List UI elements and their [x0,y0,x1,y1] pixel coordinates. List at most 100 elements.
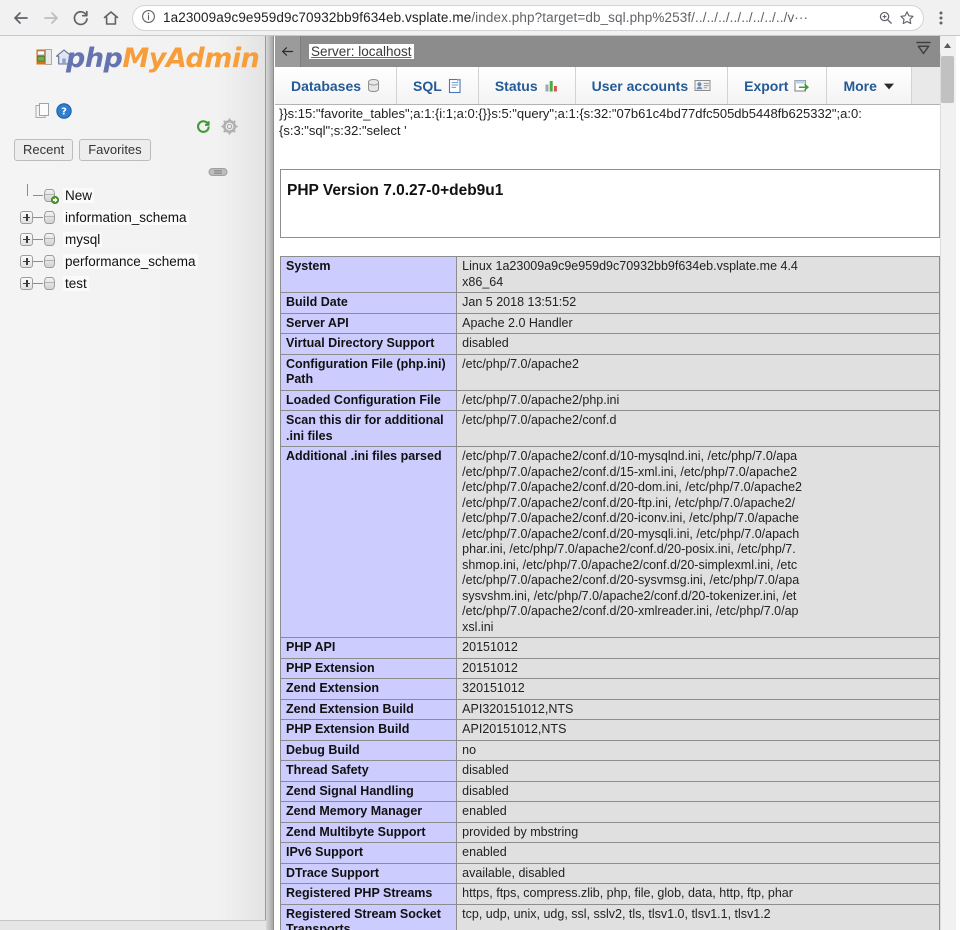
tree-item-test[interactable]: test [6,272,264,294]
database-icon [43,254,56,269]
table-row: Configuration File (php.ini) Path/etc/ph… [279,353,940,391]
table-row: Server API Apache 2.0 Handler [279,312,940,334]
php-version-box: PHP Version 7.0.27-0+deb9u1 [280,169,940,238]
tree-item-new[interactable]: New [6,184,264,206]
phpinfo-key: Server API [279,312,458,334]
server-label[interactable]: Server: localhost [309,44,414,59]
tree-item-performance_schema[interactable]: performance_schema [6,250,264,272]
table-row: Scan this dir for additional .ini files /… [279,410,940,447]
database-icon [43,276,56,291]
reload-navigation-icon[interactable] [195,118,212,138]
tab-label: Databases [291,77,362,94]
scrollbar-up-arrow-icon[interactable] [940,37,955,53]
help-icon[interactable]: ? [55,102,73,123]
serialized-line-2: {s:3:"sql";s:32:"select ' [279,123,407,138]
page-viewport: ? phpMyAdmin Recent Favorites New inform… [0,36,960,930]
table-row: Build Date Jan 5 2018 13:51:52 [279,292,940,314]
phpinfo-key: Registered Stream Socket Transports [279,903,458,930]
php-version-title: PHP Version 7.0.27-0+deb9u1 [287,182,504,199]
navigation-footer [0,920,266,930]
phpinfo-key: Additional .ini files parsed [279,446,458,638]
zoom-magnifier-icon[interactable] [878,10,893,25]
table-row: Debug Build no [279,739,940,761]
svg-text:?: ? [61,107,67,118]
table-row: Registered PHP Streams https, ftps, compr… [279,883,940,905]
phpinfo-value: /etc/php/7.0/apache2 [456,353,940,391]
phpinfo-key: System [279,256,458,293]
table-row: DTrace Support available, disabled [279,862,940,884]
window-scrollbar-thumb[interactable] [941,56,954,103]
phpinfo-key: Zend Multibyte Support [279,821,458,843]
database-icon [43,210,56,225]
collapse-all-icon[interactable] [915,40,932,61]
serialized-line-1: }}s:15:"favorite_tables";a:1:{i:1;a:0:{}… [279,106,862,121]
tab-databases[interactable]: Databases [275,67,398,104]
tab-more[interactable]: More [827,67,911,104]
tree-item-mysql[interactable]: mysql [6,228,264,250]
tree-item-label: test [63,275,89,291]
expand-icon[interactable] [20,232,33,246]
phpinfo-value: Linux 1a23009a9c9e959d9c70932bb9f634eb.v… [456,256,940,293]
documentation-icon[interactable] [34,102,52,123]
url-path: /index.php?target=db_sql.php%253f/../../… [471,10,809,25]
home-icon[interactable] [96,3,126,33]
pin-icon[interactable] [208,166,228,181]
back-arrow-icon[interactable] [275,36,301,67]
info-circle-icon[interactable] [141,9,156,27]
tab-status[interactable]: Status [478,67,576,104]
panel-resizer[interactable] [266,36,274,930]
phpinfo-value: /etc/php/7.0/apache2/conf.d [456,410,940,447]
phpinfo-key: Zend Memory Manager [279,801,458,823]
three-dot-menu-icon[interactable] [928,4,954,32]
phpinfo-key: Thread Safety [279,760,458,782]
table-row: Loaded Configuration File/etc/php/7.0/ap… [279,389,940,411]
phpinfo-key: Debug Build [279,739,458,761]
tab-user-accounts[interactable]: User accounts [575,67,729,104]
tab-sql[interactable]: SQL [397,67,479,104]
table-row: Zend Extension Build API320151012,NTS [279,698,940,720]
tab-favorites[interactable]: Favorites [79,139,151,161]
window-right-edge [956,36,960,930]
tab-label: More [843,77,877,94]
phpmyadmin-logo[interactable]: ? phpMyAdmin [0,36,266,119]
tab-export[interactable]: Export [728,67,828,104]
star-icon[interactable] [899,10,915,26]
tree-item-label: New [63,187,95,203]
expand-icon[interactable] [20,254,33,268]
phpinfo-value: /etc/php/7.0/apache2/conf.d/10-mysqlnd.i… [456,446,940,638]
tree-item-label: mysql [63,231,103,247]
window-scrollbar-track[interactable] [940,36,956,930]
table-row: Virtual Directory Support disabled [279,333,940,355]
browser-toolbar: 1a23009a9c9e959d9c70932bb9f634eb.vsplate… [0,0,960,36]
table-row: Zend Multibyte Support provided by mbstri… [279,821,940,843]
phpinfo-value: Apache 2.0 Handler [456,312,940,334]
phpinfo-key: Scan this dir for additional .ini files [279,410,458,447]
table-row: Zend Memory Manager enabled [279,801,940,823]
database-tree: New information_schema mysql performance… [6,184,264,294]
forward-arrow-icon [36,3,66,33]
database-icon [367,78,380,93]
navigation-tabs: Recent Favorites [14,139,151,161]
phpinfo-key: Virtual Directory Support [279,333,458,355]
address-bar[interactable]: 1a23009a9c9e959d9c70932bb9f634eb.vsplate… [132,4,924,31]
tab-recent[interactable]: Recent [14,139,74,161]
serialized-output-text: }}s:15:"favorite_tables";a:1:{i:1;a:0:{}… [275,105,940,145]
table-row: Additional .ini files parsed/etc/php/7.0… [279,446,940,638]
table-row: PHP API 20151012 [279,637,940,659]
back-arrow-icon[interactable] [6,3,36,33]
table-row: Zend Extension 320151012 [279,678,940,700]
table-row: IPv6 Support enabled [279,842,940,864]
tab-bar-filler [910,67,940,104]
logo-myadmin-text: MyAdmin [122,43,260,74]
tab-label: Status [494,77,538,94]
tree-item-information_schema[interactable]: information_schema [6,206,264,228]
gear-icon[interactable] [221,118,238,138]
reload-icon[interactable] [66,3,96,33]
phpinfo-key: Zend Extension Build [279,698,458,720]
expand-icon[interactable] [20,276,33,290]
expand-icon[interactable] [20,210,33,224]
database-new-icon [43,188,59,204]
main-frame: Server: localhost Databases SQL Status U… [275,36,960,930]
phpinfo-value: /etc/php/7.0/apache2/php.ini [456,389,940,411]
tab-label: Export [744,77,789,94]
